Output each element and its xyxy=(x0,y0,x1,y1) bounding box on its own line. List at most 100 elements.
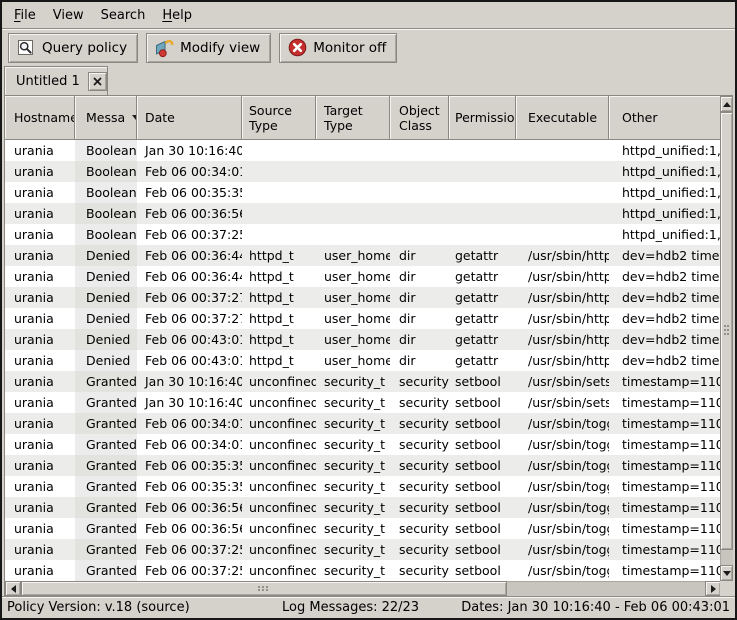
cell-target-type[interactable] xyxy=(316,224,390,245)
cell-source-type[interactable]: httpd_t xyxy=(242,245,316,266)
cell-executable[interactable]: /usr/sbin/toggle xyxy=(516,413,609,434)
cell-other[interactable]: dev=hdb2 timesta xyxy=(609,308,721,329)
cell-object-class[interactable]: security xyxy=(390,497,449,518)
cell-executable[interactable]: /usr/sbin/httpd xyxy=(516,350,609,371)
cell-hostname[interactable]: urania xyxy=(5,203,75,224)
cell-other[interactable]: timestamp=11076 xyxy=(609,560,721,581)
cell-other[interactable]: timestamp=11071 xyxy=(609,371,721,392)
table-row[interactable]: uraniaBooleanJan 30 10:16:40 httpd_unifie… xyxy=(5,140,721,161)
cell-executable[interactable]: /usr/sbin/toggle xyxy=(516,476,609,497)
cell-messa[interactable]: Granted xyxy=(75,455,137,476)
cell-object-class[interactable]: security xyxy=(390,476,449,497)
cell-target-type[interactable]: user_home_ xyxy=(316,308,390,329)
cell-target-type[interactable]: security_t xyxy=(316,392,390,413)
table-row[interactable]: uraniaDeniedFeb 06 00:43:01httpd_tuser_h… xyxy=(5,329,721,350)
cell-executable[interactable] xyxy=(516,140,609,161)
cell-object-class[interactable]: security xyxy=(390,392,449,413)
cell-target-type[interactable]: security_t xyxy=(316,413,390,434)
cell-messa[interactable]: Denied xyxy=(75,266,137,287)
cell-source-type[interactable]: unconfined_ xyxy=(242,539,316,560)
cell-date[interactable]: Feb 06 00:34:01 xyxy=(137,161,242,182)
cell-object-class[interactable]: dir xyxy=(390,287,449,308)
cell-hostname[interactable]: urania xyxy=(5,476,75,497)
cell-date[interactable]: Feb 06 00:34:01 xyxy=(137,434,242,455)
menu-view[interactable]: View xyxy=(53,8,84,23)
cell-other[interactable]: timestamp=11076 xyxy=(609,518,721,539)
vertical-scrollbar[interactable] xyxy=(720,96,733,581)
cell-other[interactable]: httpd_unified:1, ht xyxy=(609,140,721,161)
cell-object-class[interactable]: dir xyxy=(390,308,449,329)
column-header-date[interactable]: Date xyxy=(137,96,242,140)
cell-hostname[interactable]: urania xyxy=(5,266,75,287)
cell-permission[interactable]: setbool xyxy=(449,476,516,497)
cell-source-type[interactable] xyxy=(242,161,316,182)
cell-permission[interactable]: setbool xyxy=(449,455,516,476)
cell-date[interactable]: Jan 30 10:16:40 xyxy=(137,392,242,413)
column-header-executable[interactable]: Executable xyxy=(516,96,609,140)
cell-date[interactable]: Feb 06 00:43:01 xyxy=(137,329,242,350)
cell-target-type[interactable] xyxy=(316,161,390,182)
cell-object-class[interactable]: dir xyxy=(390,245,449,266)
cell-target-type[interactable] xyxy=(316,203,390,224)
cell-messa[interactable]: Denied xyxy=(75,350,137,371)
column-header-object-class[interactable]: Object Class xyxy=(390,96,449,140)
cell-hostname[interactable]: urania xyxy=(5,392,75,413)
cell-date[interactable]: Jan 30 10:16:40 xyxy=(137,140,242,161)
cell-date[interactable]: Feb 06 00:34:01 xyxy=(137,413,242,434)
table-row[interactable]: uraniaBooleanFeb 06 00:34:01httpd_unifie… xyxy=(5,161,721,182)
cell-date[interactable]: Feb 06 00:43:01 xyxy=(137,350,242,371)
column-header-source-type[interactable]: Source Type xyxy=(242,96,316,140)
tab-close-button[interactable] xyxy=(88,72,107,91)
cell-messa[interactable]: Boolean xyxy=(75,140,137,161)
cell-object-class[interactable]: security xyxy=(390,560,449,581)
cell-hostname[interactable]: urania xyxy=(5,245,75,266)
cell-messa[interactable]: Granted xyxy=(75,434,137,455)
cell-messa[interactable]: Granted xyxy=(75,560,137,581)
table-row[interactable]: uraniaBooleanFeb 06 00:36:56httpd_unifie… xyxy=(5,203,721,224)
cell-other[interactable]: timestamp=11076 xyxy=(609,539,721,560)
cell-executable[interactable]: /usr/sbin/httpd xyxy=(516,308,609,329)
table-row[interactable]: uraniaGrantedFeb 06 00:34:01unconfined_s… xyxy=(5,413,721,434)
cell-permission[interactable]: setbool xyxy=(449,371,516,392)
cell-date[interactable]: Feb 06 00:37:27 xyxy=(137,287,242,308)
cell-permission[interactable]: setbool xyxy=(449,539,516,560)
cell-object-class[interactable]: security xyxy=(390,455,449,476)
column-header-target-type[interactable]: Target Type xyxy=(316,96,390,140)
cell-hostname[interactable]: urania xyxy=(5,140,75,161)
cell-other[interactable]: timestamp=11076 xyxy=(609,413,721,434)
cell-date[interactable]: Feb 06 00:36:56 xyxy=(137,203,242,224)
cell-other[interactable]: dev=hdb2 timesta xyxy=(609,266,721,287)
cell-executable[interactable]: /usr/sbin/toggle xyxy=(516,518,609,539)
cell-permission[interactable] xyxy=(449,140,516,161)
cell-permission[interactable]: getattr xyxy=(449,245,516,266)
cell-target-type[interactable]: user_home_ xyxy=(316,329,390,350)
cell-target-type[interactable]: security_t xyxy=(316,476,390,497)
cell-executable[interactable] xyxy=(516,182,609,203)
scroll-down-button[interactable] xyxy=(720,565,733,581)
cell-messa[interactable]: Denied xyxy=(75,245,137,266)
cell-object-class[interactable]: security xyxy=(390,518,449,539)
cell-source-type[interactable]: httpd_t xyxy=(242,350,316,371)
cell-executable[interactable] xyxy=(516,161,609,182)
cell-permission[interactable]: setbool xyxy=(449,392,516,413)
cell-object-class[interactable] xyxy=(390,203,449,224)
cell-source-type[interactable]: httpd_t xyxy=(242,266,316,287)
cell-executable[interactable]: /usr/sbin/setseb xyxy=(516,392,609,413)
cell-source-type[interactable]: unconfined_ xyxy=(242,518,316,539)
cell-messa[interactable]: Granted xyxy=(75,539,137,560)
cell-source-type[interactable]: httpd_t xyxy=(242,287,316,308)
cell-permission[interactable]: setbool xyxy=(449,497,516,518)
cell-messa[interactable]: Granted xyxy=(75,371,137,392)
cell-date[interactable]: Feb 06 00:35:35 xyxy=(137,455,242,476)
cell-source-type[interactable]: unconfined_ xyxy=(242,413,316,434)
vertical-scroll-thumb[interactable] xyxy=(720,112,733,550)
cell-target-type[interactable]: security_t xyxy=(316,518,390,539)
cell-executable[interactable]: /usr/sbin/toggle xyxy=(516,455,609,476)
cell-other[interactable]: dev=hdb2 timesta xyxy=(609,329,721,350)
table-row[interactable]: uraniaDeniedFeb 06 00:36:44httpd_tuser_h… xyxy=(5,245,721,266)
cell-target-type[interactable]: security_t xyxy=(316,434,390,455)
cell-date[interactable]: Feb 06 00:36:44 xyxy=(137,245,242,266)
table-row[interactable]: uraniaGrantedFeb 06 00:34:01unconfined_s… xyxy=(5,434,721,455)
cell-messa[interactable]: Granted xyxy=(75,497,137,518)
cell-permission[interactable]: getattr xyxy=(449,350,516,371)
